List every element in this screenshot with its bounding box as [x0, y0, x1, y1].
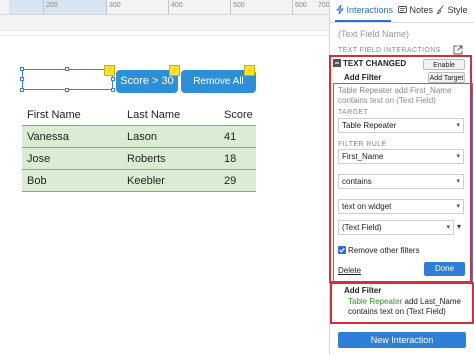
resize-handle[interactable]	[111, 88, 115, 92]
ruler-tick	[106, 0, 107, 14]
table-cell: Roberts	[122, 147, 219, 170]
table-cell: Bob	[22, 169, 122, 192]
new-interaction-button[interactable]: New Interaction	[338, 332, 466, 348]
tab-label: Interactions	[346, 5, 394, 15]
resize-handle[interactable]	[20, 88, 24, 92]
resize-handle[interactable]	[65, 88, 69, 92]
section-title: TEXT FIELD INTERACTIONS	[338, 47, 441, 54]
table-cell: 41	[219, 125, 256, 148]
table-row[interactable]: Jose Roberts 18	[22, 147, 256, 170]
table-cell: Lason	[122, 125, 219, 148]
column-header: Last Name	[127, 108, 181, 121]
lightning-icon: ⚡	[104, 65, 115, 76]
tab-label: Notes	[409, 5, 434, 15]
resize-handle[interactable]	[65, 67, 69, 71]
ruler-tick	[292, 0, 293, 14]
tab-label: Style	[447, 5, 468, 15]
lightning-icon	[336, 4, 344, 15]
tab-interactions[interactable]: Interactions	[336, 4, 394, 15]
resize-handle[interactable]	[20, 67, 24, 71]
table-cell: Jose	[22, 147, 122, 170]
ruler-label: 300	[109, 2, 121, 9]
ruler-tick	[43, 0, 44, 14]
table-cell: 18	[219, 147, 256, 170]
column-header: Score	[224, 108, 253, 121]
table-row[interactable]: Bob Keebler 29	[22, 169, 256, 192]
style-brush-icon	[436, 5, 444, 14]
ruler-tick	[230, 0, 231, 14]
pop-out-icon[interactable]	[453, 45, 463, 55]
tab-style[interactable]: Style	[436, 5, 468, 15]
table-cell: 29	[219, 169, 256, 192]
tab-notes[interactable]: Notes	[398, 5, 433, 15]
widget-name-field[interactable]: (Text Field Name)	[338, 29, 409, 39]
table-cell: Keebler	[122, 169, 219, 192]
ruler-tick	[168, 0, 169, 14]
horizontal-ruler: 200 300 400 500 600 700	[0, 0, 330, 15]
lightning-icon: ⚡	[169, 65, 180, 76]
active-tab-indicator	[335, 20, 391, 22]
ruler-label: 500	[233, 2, 245, 9]
notes-icon	[398, 6, 407, 13]
column-header: First Name	[27, 108, 81, 121]
table-header-row: First Name Last Name Score	[22, 104, 256, 126]
resize-handle[interactable]	[20, 77, 24, 81]
highlight-box	[330, 282, 474, 324]
selection-outline	[333, 83, 473, 283]
ruler-label: 200	[46, 2, 58, 9]
canvas-guide-line	[0, 35, 329, 36]
table-row[interactable]: Vanessa Lason 41	[22, 125, 256, 148]
ruler-label: 400	[171, 2, 183, 9]
text-field-widget[interactable]	[20, 67, 115, 92]
table-cell: Vanessa	[22, 125, 122, 148]
resize-handle[interactable]	[111, 77, 115, 81]
canvas-header-band	[0, 15, 329, 31]
lightning-icon: ⚡	[244, 65, 255, 76]
ruler-label: 700	[318, 2, 330, 9]
ruler-label: 600	[295, 2, 307, 9]
table-repeater[interactable]: First Name Last Name Score Vanessa Lason…	[22, 104, 256, 192]
